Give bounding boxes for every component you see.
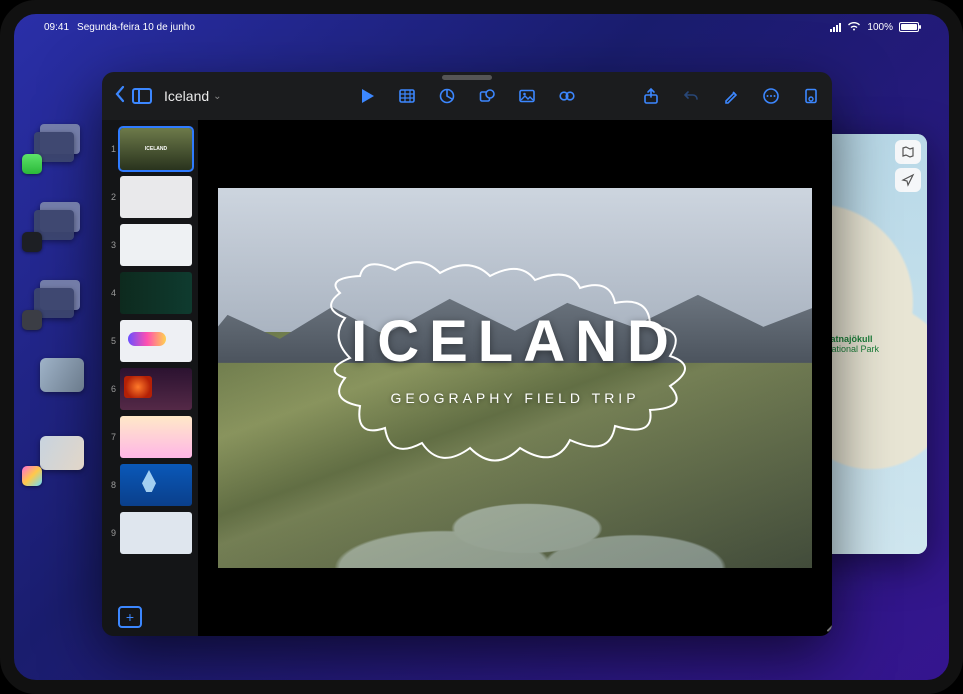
cellular-icon: [830, 23, 841, 32]
slide-thumb-5[interactable]: [120, 320, 192, 362]
play-button[interactable]: [358, 87, 376, 105]
slide-navigator: 1 2 3 4 5 6 7 8 9 +: [102, 120, 198, 636]
slide-thumb-4[interactable]: [120, 272, 192, 314]
add-slide-button[interactable]: +: [118, 606, 142, 628]
battery-icon: [899, 22, 919, 32]
undo-button[interactable]: [682, 87, 700, 105]
stage-manager-strip: [30, 124, 82, 480]
stage-group-messages[interactable]: [30, 124, 82, 168]
shape-button[interactable]: [478, 87, 496, 105]
slide-subtitle[interactable]: GEOGRAPHY FIELD TRIP: [218, 390, 812, 406]
status-date: Segunda-feira 10 de junho: [77, 22, 195, 33]
stage-group-calculator[interactable]: [30, 280, 82, 324]
image-button[interactable]: [518, 87, 536, 105]
stage-group-generic[interactable]: [30, 358, 82, 402]
share-button[interactable]: [642, 87, 660, 105]
window-resize-handle[interactable]: [814, 618, 828, 632]
slide-thumb-9[interactable]: [120, 512, 192, 554]
chevron-down-icon: ⌄: [213, 91, 221, 102]
maps-locate-button[interactable]: [895, 168, 921, 192]
maps-mode-button[interactable]: [895, 140, 921, 164]
battery-percent: 100%: [867, 22, 893, 33]
wifi-icon: [847, 21, 861, 34]
stage-group-photos[interactable]: [30, 436, 82, 480]
stage-group-stocks[interactable]: [30, 202, 82, 246]
calculator-app-icon: [22, 310, 42, 330]
slide-thumb-6[interactable]: [120, 368, 192, 410]
slide-title[interactable]: ICELAND: [218, 308, 812, 375]
document-settings-button[interactable]: [802, 87, 820, 105]
slide-canvas[interactable]: ICELAND GEOGRAPHY FIELD TRIP: [198, 120, 832, 636]
photos-app-icon: [22, 466, 42, 486]
format-button[interactable]: [722, 87, 740, 105]
document-title[interactable]: Iceland ⌄: [164, 88, 222, 104]
messages-app-icon: [22, 154, 42, 174]
table-button[interactable]: [398, 87, 416, 105]
media-button[interactable]: [558, 87, 576, 105]
ipad-frame: 09:41 Segunda-feira 10 de junho 100%: [0, 0, 963, 694]
more-button[interactable]: [762, 87, 780, 105]
back-button[interactable]: [114, 85, 126, 108]
sidebar-toggle-button[interactable]: [132, 88, 152, 104]
slide-thumb-8[interactable]: [120, 464, 192, 506]
status-bar: 09:41 Segunda-feira 10 de junho 100%: [44, 18, 919, 36]
chart-button[interactable]: [438, 87, 456, 105]
keynote-toolbar: Iceland ⌄: [102, 72, 832, 120]
slide-thumb-3[interactable]: [120, 224, 192, 266]
status-time: 09:41: [44, 22, 69, 33]
current-slide[interactable]: ICELAND GEOGRAPHY FIELD TRIP: [218, 188, 812, 568]
keynote-window: Iceland ⌄ 1 2: [102, 72, 832, 636]
stocks-app-icon: [22, 232, 42, 252]
slide-thumb-7[interactable]: [120, 416, 192, 458]
slide-thumb-1[interactable]: [120, 128, 192, 170]
slide-thumb-2[interactable]: [120, 176, 192, 218]
